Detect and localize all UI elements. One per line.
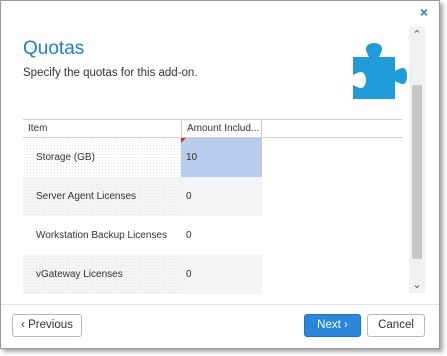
table-row[interactable]: vGateway Licenses 0: [23, 255, 262, 294]
row-item-name: Storage (GB): [23, 138, 181, 177]
row-amount-cell[interactable]: 10: [181, 138, 262, 177]
row-amount-cell[interactable]: 0: [181, 216, 262, 255]
quotas-table: Item Amount Includ... Storage (GB) 10 Se…: [23, 119, 402, 296]
row-item-name: Workstation Backup Licenses: [36, 230, 167, 241]
close-icon[interactable]: ×: [417, 5, 431, 19]
row-amount-cell[interactable]: 0: [181, 255, 262, 294]
row-amount-value: 0: [186, 230, 192, 241]
table-row[interactable]: Server Agent Licenses 0: [23, 177, 262, 216]
next-button[interactable]: Next ›: [304, 314, 361, 337]
vertical-scrollbar[interactable]: ⌃ ⌄: [409, 27, 425, 293]
table-row[interactable]: Workstation Backup Licenses 0: [23, 216, 262, 255]
cancel-button[interactable]: Cancel: [367, 314, 425, 337]
row-amount-cell[interactable]: 0: [181, 177, 262, 216]
row-item-name: Server Agent Licenses: [23, 177, 181, 216]
previous-button[interactable]: ‹ Previous: [12, 314, 82, 337]
table-row[interactable]: Storage (GB) 10: [23, 138, 262, 177]
row-item-name: vGateway Licenses: [23, 255, 181, 294]
puzzle-piece-icon: [353, 43, 407, 99]
column-header-item[interactable]: Item: [23, 120, 181, 137]
page-title: Quotas: [23, 38, 85, 59]
scroll-down-icon[interactable]: ⌄: [409, 277, 425, 293]
table-header: Item Amount Includ...: [23, 120, 402, 138]
scroll-thumb[interactable]: [412, 85, 422, 259]
row-amount-value: 0: [186, 191, 192, 202]
column-header-amount[interactable]: Amount Includ...: [181, 120, 262, 137]
quotas-dialog: × Quotas Specify the quotas for this add…: [0, 0, 440, 349]
scroll-up-icon[interactable]: ⌃: [409, 27, 425, 43]
modified-marker: [181, 138, 186, 143]
page-subtitle: Specify the quotas for this add-on.: [23, 67, 198, 79]
row-amount-value: 0: [186, 269, 192, 280]
footer-divider: [1, 304, 439, 305]
row-amount-value: 10: [186, 152, 198, 163]
